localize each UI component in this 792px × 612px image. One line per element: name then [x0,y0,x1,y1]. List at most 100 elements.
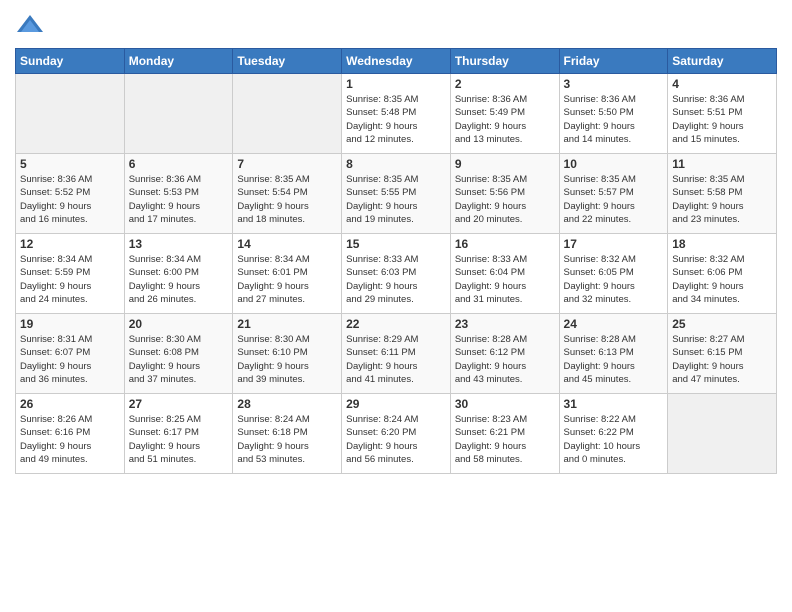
calendar-table: SundayMondayTuesdayWednesdayThursdayFrid… [15,48,777,474]
day-info: Sunrise: 8:35 AM Sunset: 5:56 PM Dayligh… [455,173,555,226]
day-number: 4 [672,77,772,91]
day-info: Sunrise: 8:34 AM Sunset: 6:00 PM Dayligh… [129,253,229,306]
day-number: 27 [129,397,229,411]
day-number: 29 [346,397,446,411]
page-header [15,10,777,40]
calendar-day-cell: 19 Sunrise: 8:31 AM Sunset: 6:07 PM Dayli… [16,314,125,394]
day-number: 24 [564,317,664,331]
day-info: Sunrise: 8:29 AM Sunset: 6:11 PM Dayligh… [346,333,446,386]
day-number: 8 [346,157,446,171]
day-info: Sunrise: 8:36 AM Sunset: 5:53 PM Dayligh… [129,173,229,226]
calendar-day-cell: 16 Sunrise: 8:33 AM Sunset: 6:04 PM Dayli… [450,234,559,314]
day-number: 12 [20,237,120,251]
day-number: 19 [20,317,120,331]
weekday-header: Sunday [16,49,125,74]
calendar-day-cell: 12Sunrise: 8:34 AM Sunset: 5:59 PM Dayli… [16,234,125,314]
calendar-day-cell [16,74,125,154]
calendar-day-cell: 18 Sunrise: 8:32 AM Sunset: 6:06 PM Dayli… [668,234,777,314]
calendar-day-cell [124,74,233,154]
calendar-week-row: 1 Sunrise: 8:35 AM Sunset: 5:48 PM Daylig… [16,74,777,154]
day-number: 25 [672,317,772,331]
calendar-day-cell: 13Sunrise: 8:34 AM Sunset: 6:00 PM Dayli… [124,234,233,314]
calendar-day-cell: 1 Sunrise: 8:35 AM Sunset: 5:48 PM Daylig… [342,74,451,154]
day-info: Sunrise: 8:32 AM Sunset: 6:06 PM Dayligh… [672,253,772,306]
calendar-day-cell: 20 Sunrise: 8:30 AM Sunset: 6:08 PM Dayli… [124,314,233,394]
weekday-header: Friday [559,49,668,74]
calendar-day-cell: 2 Sunrise: 8:36 AM Sunset: 5:49 PM Daylig… [450,74,559,154]
day-info: Sunrise: 8:35 AM Sunset: 5:58 PM Dayligh… [672,173,772,226]
calendar-week-row: 12Sunrise: 8:34 AM Sunset: 5:59 PM Dayli… [16,234,777,314]
day-info: Sunrise: 8:28 AM Sunset: 6:12 PM Dayligh… [455,333,555,386]
day-info: Sunrise: 8:36 AM Sunset: 5:51 PM Dayligh… [672,93,772,146]
calendar-day-cell: 9 Sunrise: 8:35 AM Sunset: 5:56 PM Daylig… [450,154,559,234]
calendar-week-row: 19 Sunrise: 8:31 AM Sunset: 6:07 PM Dayli… [16,314,777,394]
day-number: 10 [564,157,664,171]
day-number: 30 [455,397,555,411]
calendar-day-cell: 21Sunrise: 8:30 AM Sunset: 6:10 PM Dayli… [233,314,342,394]
weekday-header: Monday [124,49,233,74]
calendar-day-cell: 25 Sunrise: 8:27 AM Sunset: 6:15 PM Dayli… [668,314,777,394]
day-info: Sunrise: 8:24 AM Sunset: 6:18 PM Dayligh… [237,413,337,466]
calendar-week-row: 5Sunrise: 8:36 AM Sunset: 5:52 PM Daylig… [16,154,777,234]
calendar-day-cell: 10Sunrise: 8:35 AM Sunset: 5:57 PM Dayli… [559,154,668,234]
day-info: Sunrise: 8:32 AM Sunset: 6:05 PM Dayligh… [564,253,664,306]
calendar-day-cell: 8 Sunrise: 8:35 AM Sunset: 5:55 PM Daylig… [342,154,451,234]
day-info: Sunrise: 8:28 AM Sunset: 6:13 PM Dayligh… [564,333,664,386]
day-number: 6 [129,157,229,171]
day-number: 28 [237,397,337,411]
day-info: Sunrise: 8:23 AM Sunset: 6:21 PM Dayligh… [455,413,555,466]
day-info: Sunrise: 8:34 AM Sunset: 6:01 PM Dayligh… [237,253,337,306]
weekday-header: Thursday [450,49,559,74]
calendar-week-row: 26 Sunrise: 8:26 AM Sunset: 6:16 PM Dayli… [16,394,777,474]
day-number: 9 [455,157,555,171]
day-number: 11 [672,157,772,171]
day-info: Sunrise: 8:24 AM Sunset: 6:20 PM Dayligh… [346,413,446,466]
day-number: 3 [564,77,664,91]
day-info: Sunrise: 8:35 AM Sunset: 5:55 PM Dayligh… [346,173,446,226]
day-number: 2 [455,77,555,91]
calendar-day-cell: 24 Sunrise: 8:28 AM Sunset: 6:13 PM Dayli… [559,314,668,394]
day-number: 18 [672,237,772,251]
calendar-day-cell: 31 Sunrise: 8:22 AM Sunset: 6:22 PM Dayli… [559,394,668,474]
calendar-header-row: SundayMondayTuesdayWednesdayThursdayFrid… [16,49,777,74]
day-number: 26 [20,397,120,411]
weekday-header: Wednesday [342,49,451,74]
calendar-day-cell: 22Sunrise: 8:29 AM Sunset: 6:11 PM Dayli… [342,314,451,394]
day-number: 23 [455,317,555,331]
day-info: Sunrise: 8:31 AM Sunset: 6:07 PM Dayligh… [20,333,120,386]
day-info: Sunrise: 8:25 AM Sunset: 6:17 PM Dayligh… [129,413,229,466]
calendar-day-cell: 4 Sunrise: 8:36 AM Sunset: 5:51 PM Daylig… [668,74,777,154]
calendar-day-cell: 26 Sunrise: 8:26 AM Sunset: 6:16 PM Dayli… [16,394,125,474]
day-number: 31 [564,397,664,411]
day-info: Sunrise: 8:30 AM Sunset: 6:10 PM Dayligh… [237,333,337,386]
day-info: Sunrise: 8:35 AM Sunset: 5:48 PM Dayligh… [346,93,446,146]
day-number: 14 [237,237,337,251]
calendar-day-cell [668,394,777,474]
calendar-day-cell: 17 Sunrise: 8:32 AM Sunset: 6:05 PM Dayli… [559,234,668,314]
calendar-day-cell: 29 Sunrise: 8:24 AM Sunset: 6:20 PM Dayli… [342,394,451,474]
weekday-header: Tuesday [233,49,342,74]
calendar-day-cell: 23 Sunrise: 8:28 AM Sunset: 6:12 PM Dayli… [450,314,559,394]
calendar-day-cell [233,74,342,154]
logo-icon [15,10,45,40]
calendar-day-cell: 28 Sunrise: 8:24 AM Sunset: 6:18 PM Dayli… [233,394,342,474]
day-info: Sunrise: 8:36 AM Sunset: 5:49 PM Dayligh… [455,93,555,146]
day-number: 16 [455,237,555,251]
day-number: 20 [129,317,229,331]
day-number: 17 [564,237,664,251]
day-info: Sunrise: 8:33 AM Sunset: 6:04 PM Dayligh… [455,253,555,306]
day-info: Sunrise: 8:27 AM Sunset: 6:15 PM Dayligh… [672,333,772,386]
logo [15,10,49,40]
page-container: SundayMondayTuesdayWednesdayThursdayFrid… [0,0,792,484]
calendar-day-cell: 11 Sunrise: 8:35 AM Sunset: 5:58 PM Dayli… [668,154,777,234]
day-info: Sunrise: 8:22 AM Sunset: 6:22 PM Dayligh… [564,413,664,466]
day-number: 7 [237,157,337,171]
calendar-day-cell: 3Sunrise: 8:36 AM Sunset: 5:50 PM Daylig… [559,74,668,154]
calendar-day-cell: 15 Sunrise: 8:33 AM Sunset: 6:03 PM Dayli… [342,234,451,314]
calendar-day-cell: 27 Sunrise: 8:25 AM Sunset: 6:17 PM Dayli… [124,394,233,474]
day-number: 1 [346,77,446,91]
day-info: Sunrise: 8:33 AM Sunset: 6:03 PM Dayligh… [346,253,446,306]
day-info: Sunrise: 8:30 AM Sunset: 6:08 PM Dayligh… [129,333,229,386]
day-info: Sunrise: 8:26 AM Sunset: 6:16 PM Dayligh… [20,413,120,466]
day-number: 15 [346,237,446,251]
